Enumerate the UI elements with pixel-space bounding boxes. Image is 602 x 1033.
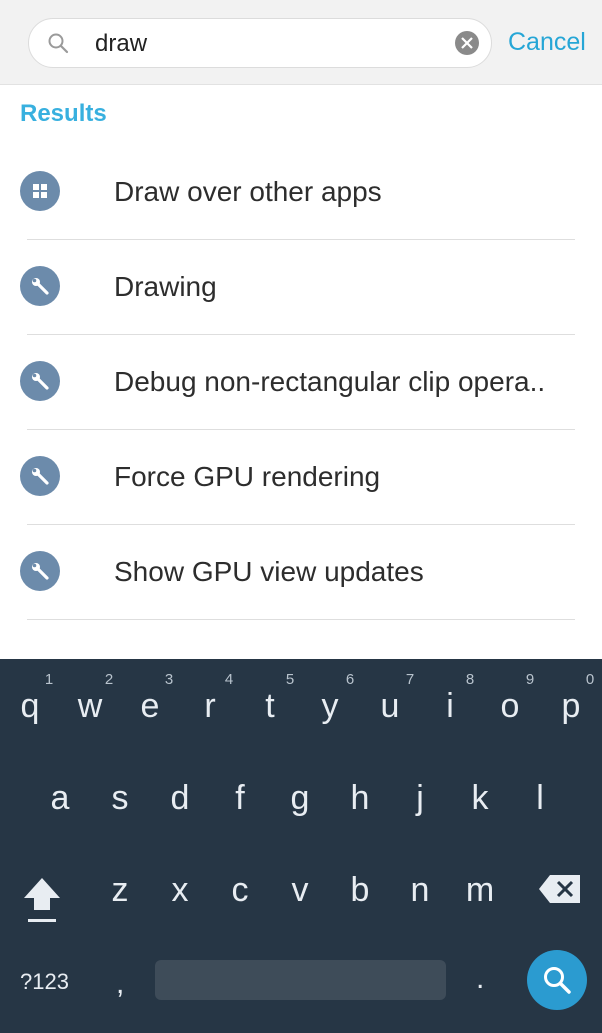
search-enter-button[interactable] — [527, 950, 587, 1010]
key-s[interactable]: s — [92, 779, 148, 818]
results-list: Draw over other apps Drawing Debug non-r… — [0, 145, 602, 620]
key-h[interactable]: h — [332, 779, 388, 818]
key-z[interactable]: z — [92, 871, 148, 910]
key-u[interactable]: u — [362, 687, 418, 726]
list-item-label: Debug non-rectangular clip opera.. — [114, 366, 546, 397]
wrench-icon — [20, 456, 60, 496]
key-l[interactable]: l — [512, 779, 568, 818]
key-c[interactable]: c — [212, 871, 268, 910]
keyboard: 1 2 3 4 5 6 7 8 9 0 q w e r t y u i o p … — [0, 659, 602, 1033]
list-item-label: Show GPU view updates — [114, 556, 424, 587]
search-icon — [544, 967, 571, 994]
key-y[interactable]: y — [302, 687, 358, 726]
key-hint: 3 — [164, 671, 174, 688]
key-r[interactable]: r — [182, 687, 238, 726]
key-i[interactable]: i — [422, 687, 478, 726]
list-item[interactable]: Debug non-rectangular clip opera.. — [0, 335, 602, 430]
key-hint: 2 — [104, 671, 114, 688]
key-a[interactable]: a — [32, 779, 88, 818]
list-item-label: Force GPU rendering — [114, 461, 381, 492]
search-query[interactable]: draw — [95, 30, 147, 58]
key-n[interactable]: n — [392, 871, 448, 910]
key-d[interactable]: d — [152, 779, 208, 818]
search-icon — [47, 32, 69, 54]
list-item[interactable]: Force GPU rendering — [0, 430, 602, 525]
key-j[interactable]: j — [392, 779, 448, 818]
period-key[interactable]: . — [476, 962, 484, 996]
list-item[interactable]: Drawing — [0, 240, 602, 335]
key-g[interactable]: g — [272, 779, 328, 818]
key-t[interactable]: t — [242, 687, 298, 726]
divider — [27, 619, 575, 620]
shift-icon[interactable] — [22, 874, 62, 922]
results-heading: Results — [20, 100, 107, 127]
key-x[interactable]: x — [152, 871, 208, 910]
symbols-key[interactable]: ?123 — [20, 969, 69, 995]
key-q[interactable]: q — [2, 687, 58, 726]
wrench-icon — [20, 551, 60, 591]
list-item-label: Draw over other apps — [114, 176, 382, 207]
shift-indicator — [28, 919, 56, 922]
key-hint: 4 — [224, 671, 234, 688]
key-f[interactable]: f — [212, 779, 268, 818]
list-item[interactable]: Show GPU view updates — [0, 525, 602, 620]
key-k[interactable]: k — [452, 779, 508, 818]
key-hint: 9 — [525, 671, 535, 688]
key-hint: 1 — [44, 671, 54, 688]
apps-icon — [20, 171, 60, 211]
key-hint: 0 — [585, 671, 595, 688]
wrench-icon — [20, 361, 60, 401]
wrench-icon — [20, 266, 60, 306]
search-bar: draw Cancel — [0, 0, 602, 85]
key-hint: 8 — [465, 671, 475, 688]
key-w[interactable]: w — [62, 687, 118, 726]
key-hint: 5 — [285, 671, 295, 688]
list-item[interactable]: Draw over other apps — [0, 145, 602, 240]
key-hint: 7 — [405, 671, 415, 688]
clear-icon[interactable] — [455, 31, 479, 55]
key-v[interactable]: v — [272, 871, 328, 910]
key-b[interactable]: b — [332, 871, 388, 910]
key-p[interactable]: p — [543, 687, 599, 726]
key-m[interactable]: m — [452, 871, 508, 910]
cancel-button[interactable]: Cancel — [508, 28, 586, 57]
backspace-icon[interactable] — [538, 874, 582, 909]
key-hint: 6 — [345, 671, 355, 688]
space-key[interactable] — [155, 960, 446, 1000]
comma-key[interactable]: , — [116, 967, 124, 1001]
key-e[interactable]: e — [122, 687, 178, 726]
search-input[interactable]: draw — [28, 18, 492, 68]
key-o[interactable]: o — [482, 687, 538, 726]
list-item-label: Drawing — [114, 271, 217, 302]
